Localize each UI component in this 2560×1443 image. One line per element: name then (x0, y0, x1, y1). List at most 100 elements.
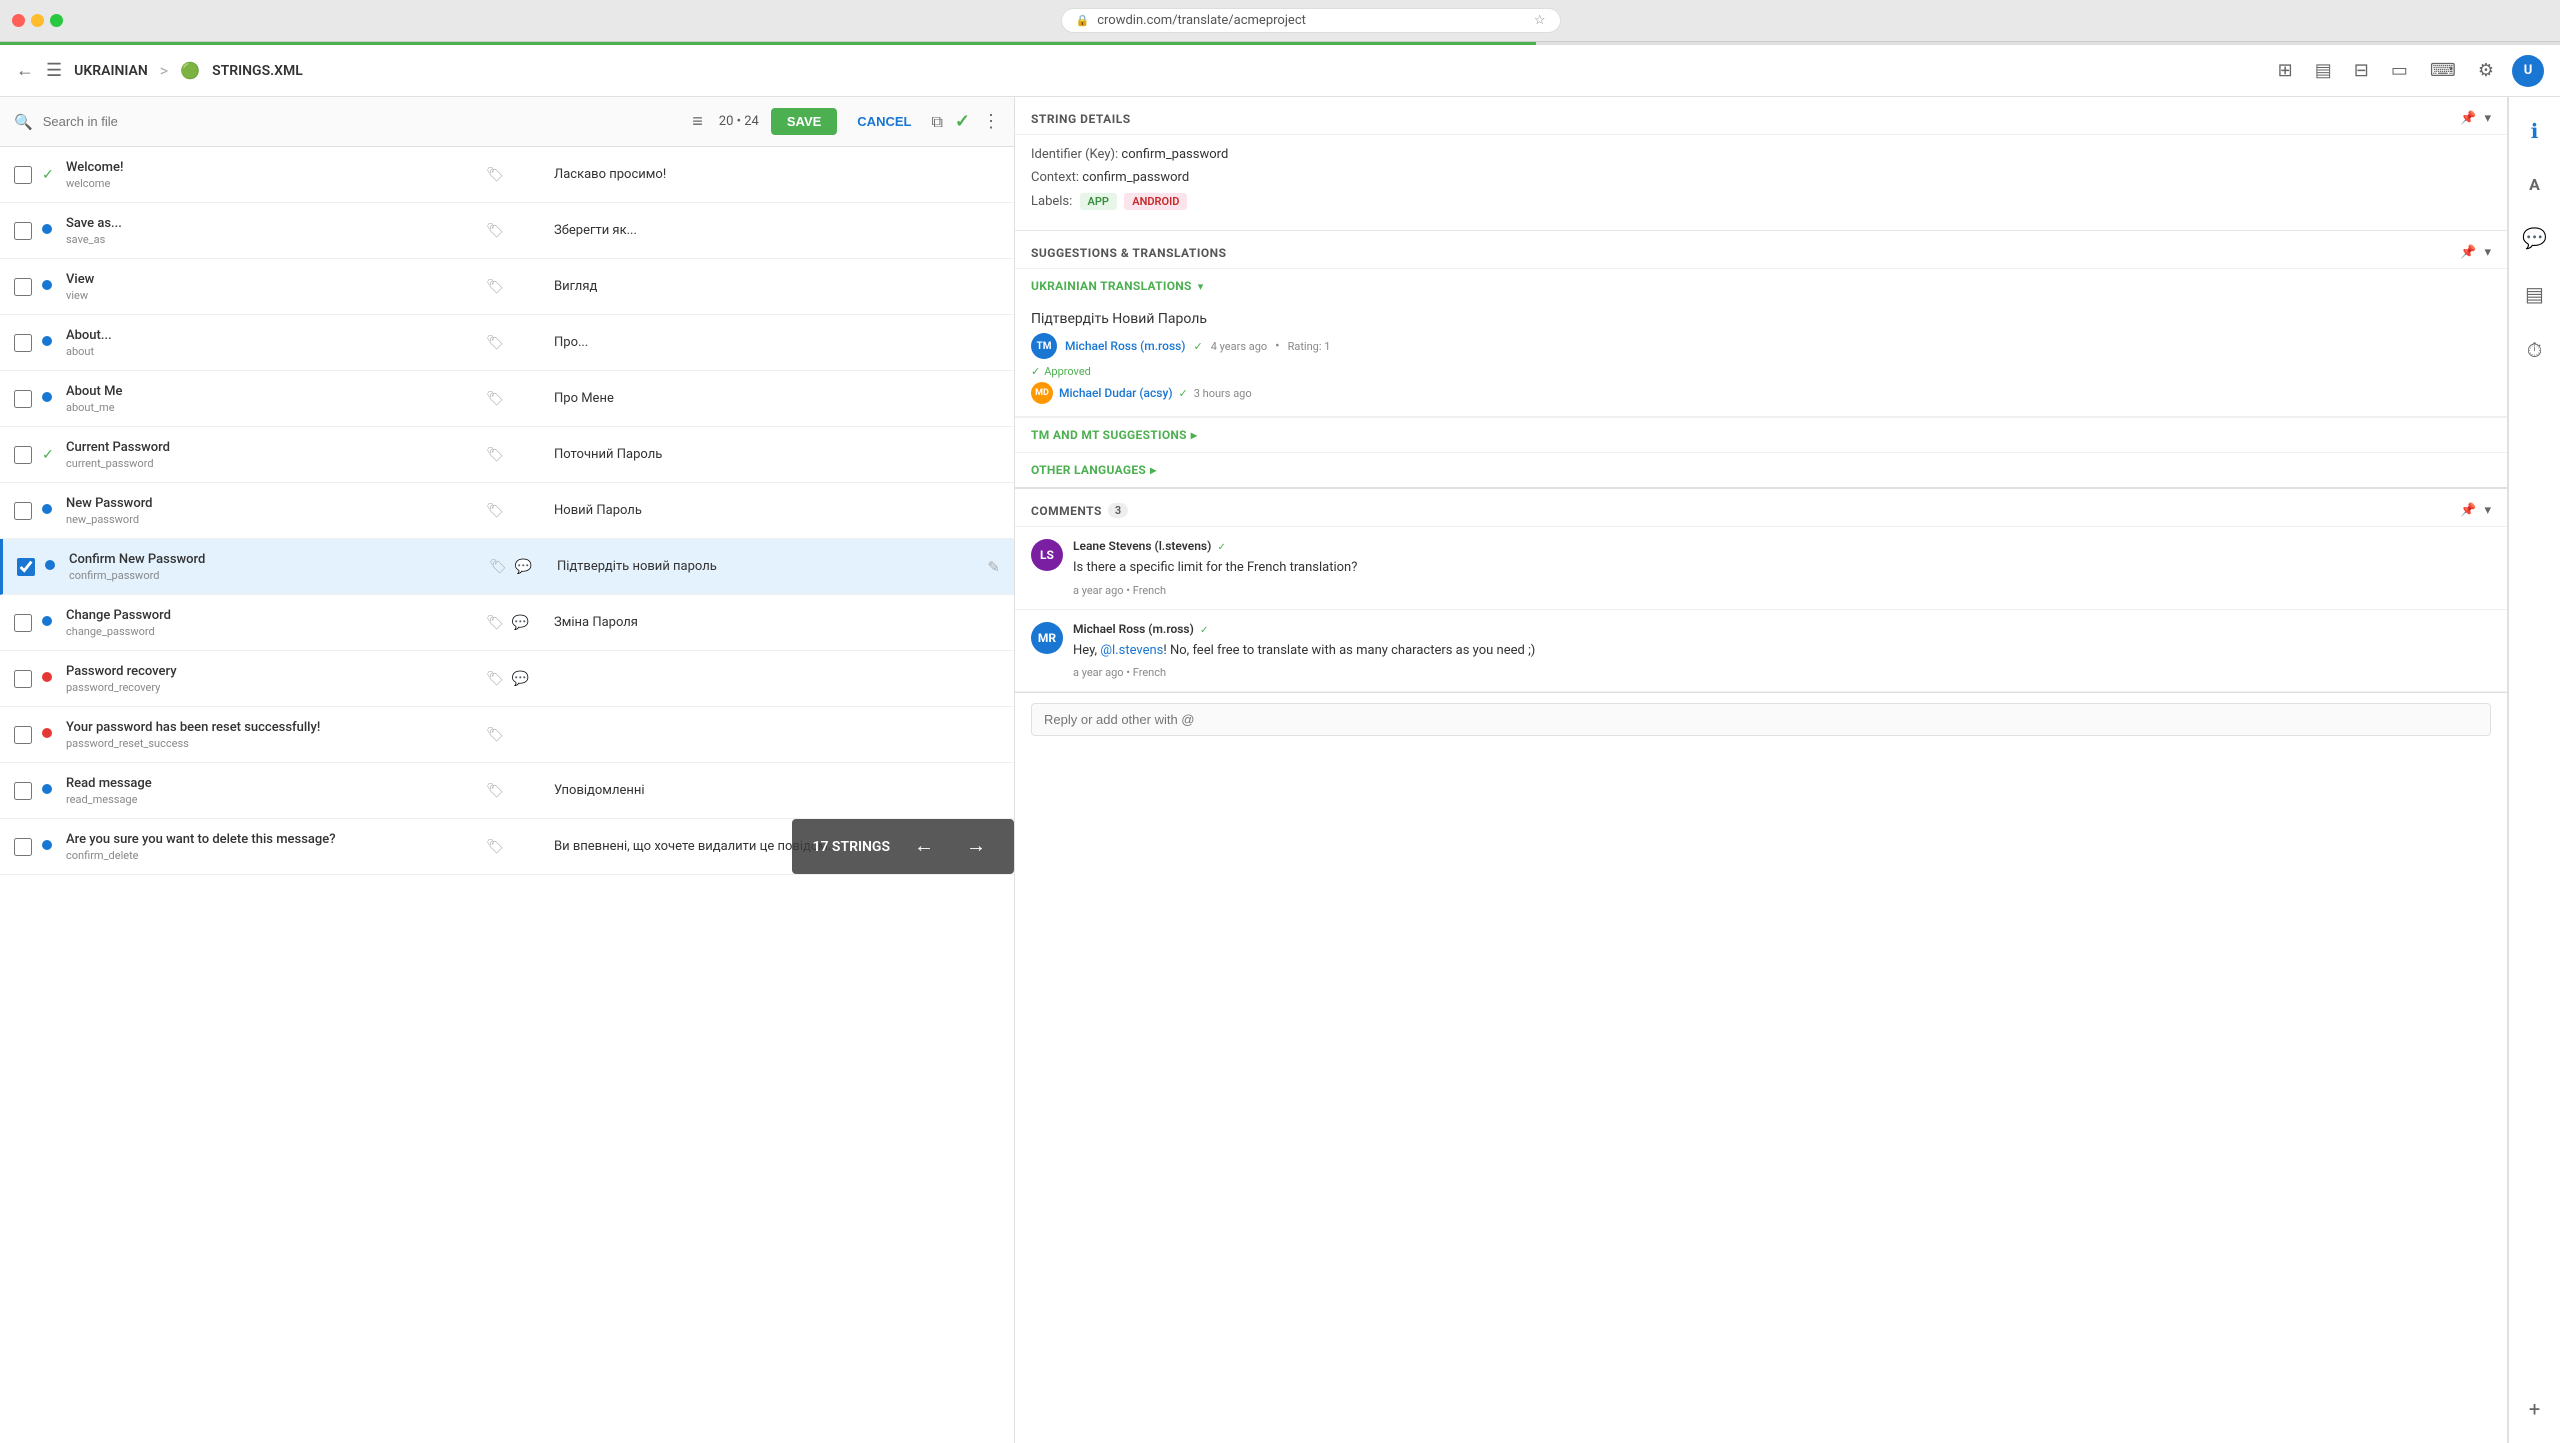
source-text-container: Change Password change_password (66, 608, 486, 638)
row-checkbox[interactable] (14, 446, 32, 464)
status-indicator (42, 335, 58, 350)
browser-chrome: 🔒 crowdin.com/translate/acmeproject ☆ (0, 0, 2560, 42)
source-text: Password recovery (66, 664, 486, 679)
pin-icon[interactable]: 📌 (2460, 111, 2476, 126)
reply-input[interactable] (1031, 703, 2491, 736)
row-icons: 🏷 (486, 727, 546, 743)
source-text: Are you sure you want to delete this mes… (66, 832, 486, 847)
back-button[interactable]: ← (16, 60, 34, 81)
string-row[interactable]: Are you sure you want to delete this mes… (0, 819, 1014, 875)
row-icons: 🏷 💬 (486, 671, 546, 687)
save-button[interactable]: SAVE (771, 108, 837, 135)
collapse-icon[interactable]: ▾ (2484, 503, 2491, 518)
row-checkbox[interactable] (14, 782, 32, 800)
other-languages-link[interactable]: OTHER LANGUAGES ▸ (1015, 452, 2507, 487)
string-row[interactable]: New Password new_password 🏷 Новий Пароль (0, 483, 1014, 539)
collapse-icon[interactable]: ▾ (2484, 245, 2491, 260)
row-checkbox[interactable] (14, 278, 32, 296)
pin-icon[interactable]: 📌 (2460, 503, 2476, 518)
row-checkbox[interactable] (14, 334, 32, 352)
row-checkbox[interactable] (14, 222, 32, 240)
more-options-button[interactable]: ⋮ (982, 111, 1000, 132)
collapse-icon[interactable]: ▾ (2484, 111, 2491, 126)
comments-icon[interactable]: 💬 (2516, 220, 2553, 256)
chevron-down-icon: ▾ (1198, 280, 1204, 293)
translation-text: Про... (546, 335, 1000, 350)
string-row[interactable]: View view 🏷 Вигляд (0, 259, 1014, 315)
add-icon[interactable]: + (2523, 1391, 2546, 1427)
row-checkbox[interactable] (14, 726, 32, 744)
row-checkbox[interactable] (14, 614, 32, 632)
info-icon[interactable]: ℹ (2525, 113, 2545, 149)
next-string-button[interactable]: → (958, 831, 994, 862)
source-text: Change Password (66, 608, 486, 623)
string-row[interactable]: Password recovery password_recovery 🏷 💬 (0, 651, 1014, 707)
main-layout: 🔍 ≡ 20 • 24 SAVE CANCEL ⧉ ✓ ⋮ ✓ Welcome!… (0, 97, 2560, 1443)
author-name: Michael Ross (m.ross) (1073, 622, 1194, 636)
source-text: Welcome! (66, 160, 486, 175)
string-row[interactable]: About Me about_me 🏷 Про Мене (0, 371, 1014, 427)
string-detail-body: Identifier (Key): confirm_password Conte… (1015, 135, 2507, 230)
comment-item: MR Michael Ross (m.ross) ✓ Hey, @l.steve… (1015, 610, 2507, 693)
minimize-button[interactable] (31, 14, 44, 27)
suggestion-meta: TM Michael Ross (m.ross) ✓ 4 years ago •… (1031, 333, 2491, 359)
ukrainian-translations-header[interactable]: UKRAINIAN TRANSLATIONS ▾ (1015, 269, 2507, 303)
row-checkbox[interactable] (14, 838, 32, 856)
string-row[interactable]: ✓ Current Password current_password 🏷 По… (0, 427, 1014, 483)
string-row[interactable]: Save as... save_as 🏷 Зберегти як... (0, 203, 1014, 259)
string-row[interactable]: Change Password change_password 🏷 💬 Змін… (0, 595, 1014, 651)
menu-button[interactable]: ☰ (46, 60, 62, 81)
mention-link[interactable]: @l.stevens (1100, 643, 1163, 658)
source-text-container: About... about (66, 328, 486, 358)
view-mode-icon[interactable]: ▤ (2311, 56, 2336, 85)
pin-icon[interactable]: 📌 (2460, 245, 2476, 260)
context-label: Context: (1031, 170, 1079, 185)
status-indicator (42, 671, 58, 686)
translate-icon[interactable]: A (2523, 169, 2546, 200)
tag-icon: 🏷 (486, 727, 504, 743)
cancel-button[interactable]: CANCEL (849, 108, 919, 135)
row-checkbox[interactable] (14, 502, 32, 520)
filter-icon[interactable]: ≡ (688, 107, 707, 136)
source-text: Your password has been reset successfull… (66, 720, 486, 735)
source-text: New Password (66, 496, 486, 511)
comments-count: 3 (1108, 503, 1128, 518)
identifier-row: Identifier (Key): confirm_password (1031, 147, 2491, 162)
row-icons: 🏷 💬 (489, 559, 549, 575)
close-button[interactable] (12, 14, 25, 27)
history-icon[interactable]: ⏱ (2521, 332, 2549, 368)
address-bar[interactable]: 🔒 crowdin.com/translate/acmeproject ☆ (1061, 8, 1561, 33)
string-row[interactable]: About... about 🏷 Про... (0, 315, 1014, 371)
preview-icon[interactable]: ▭ (2387, 56, 2412, 85)
verified-icon: ✓ (1200, 625, 1208, 636)
string-row-active[interactable]: Confirm New Password confirm_password 🏷 … (0, 539, 1014, 595)
keyboard-icon[interactable]: ⌨ (2426, 56, 2460, 85)
prev-string-button[interactable]: ← (906, 831, 942, 862)
string-row[interactable]: Your password has been reset successfull… (0, 707, 1014, 763)
row-checkbox[interactable] (14, 670, 32, 688)
search-input[interactable] (43, 114, 679, 129)
row-checkbox[interactable] (14, 390, 32, 408)
approve-button[interactable]: ✓ (955, 111, 970, 132)
row-checkbox[interactable] (14, 166, 32, 184)
split-icon[interactable]: ⊟ (2350, 56, 2373, 85)
source-text: Current Password (66, 440, 486, 455)
approver-time: 3 hours ago (1194, 387, 1252, 400)
tm-suggestions-link[interactable]: TM AND MT SUGGESTIONS ▸ (1015, 417, 2507, 452)
settings-icon[interactable]: ⚙ (2474, 56, 2498, 85)
source-text-container: Welcome! welcome (66, 160, 486, 190)
string-details-title: STRING DETAILS (1031, 112, 1131, 126)
string-row[interactable]: ✓ Welcome! welcome 🏷 Ласкаво просимо! (0, 147, 1014, 203)
status-indicator (42, 727, 58, 742)
user-avatar[interactable]: U (2512, 55, 2544, 87)
string-row[interactable]: Read message read_message 🏷 Уповідомленн… (0, 763, 1014, 819)
edit-translation-button[interactable]: ✎ (987, 558, 1000, 576)
layers-icon[interactable]: ▤ (2519, 276, 2550, 312)
row-icons: 🏷 (486, 391, 546, 407)
maximize-button[interactable] (50, 14, 63, 27)
row-checkbox[interactable] (17, 558, 35, 576)
labels-label: Labels: (1031, 194, 1072, 209)
layout-icon[interactable]: ⊞ (2274, 56, 2297, 85)
copy-icon[interactable]: ⧉ (931, 112, 942, 132)
source-key: password_reset_success (66, 737, 486, 750)
